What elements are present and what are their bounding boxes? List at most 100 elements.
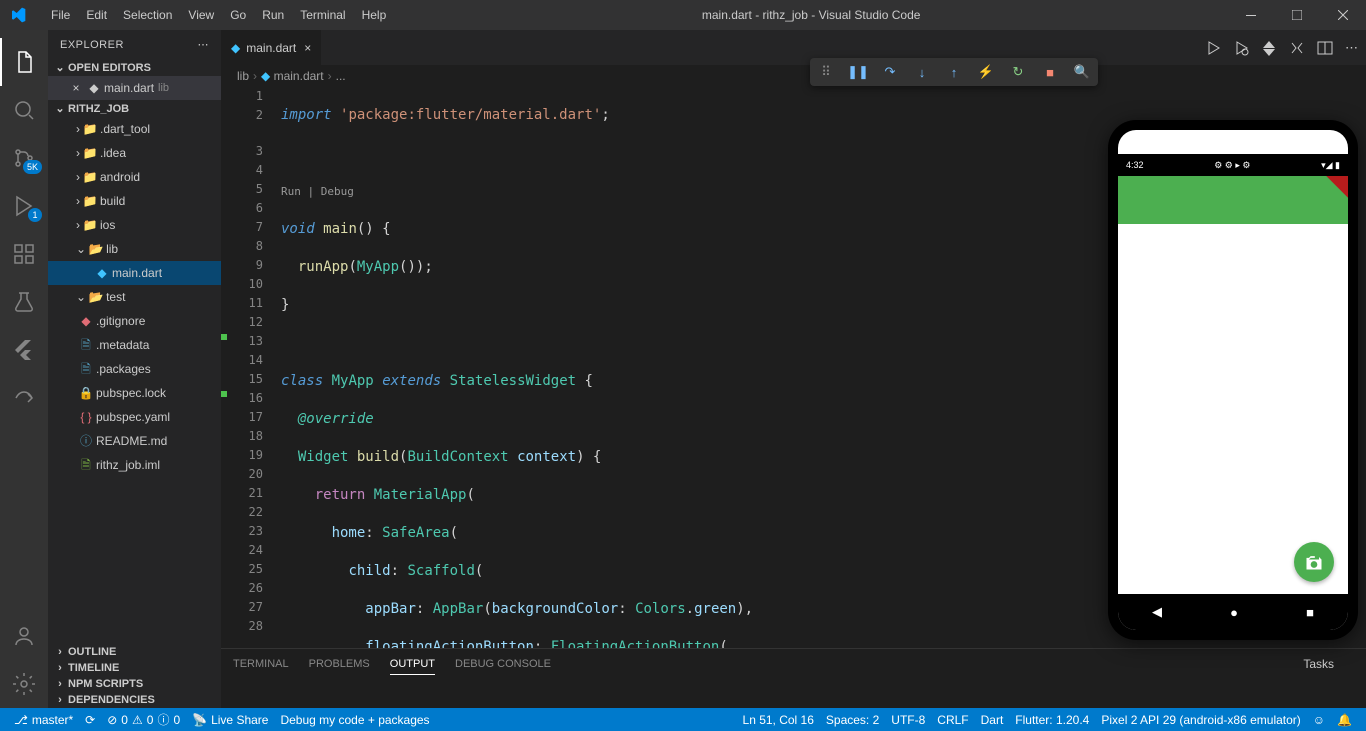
test-icon[interactable]: [0, 278, 48, 326]
open-editor-item[interactable]: × ◆ main.dartlib: [48, 76, 221, 100]
debug-target-item[interactable]: Debug my code + packages: [274, 713, 435, 727]
menu-file[interactable]: File: [43, 0, 78, 30]
devtools-icon[interactable]: 🔍: [1072, 62, 1092, 82]
cursor-position[interactable]: Ln 51, Col 16: [737, 713, 820, 727]
tree-file[interactable]: ◆.gitignore: [48, 309, 221, 333]
problems-item[interactable]: ⊘ 0 ⚠ 0 ⓘ 0: [101, 711, 186, 728]
panel-dropdown[interactable]: Tasks: [1303, 657, 1354, 671]
deps-section[interactable]: ›DEPENDENCIES: [48, 692, 221, 708]
device-item[interactable]: Pixel 2 API 29 (android-x86 emulator): [1095, 713, 1306, 727]
tree-folder-test[interactable]: ⌄📂test: [48, 285, 221, 309]
status-bar: ⎇ master* ⟳ ⊘ 0 ⚠ 0 ⓘ 0 📡 Live Share Deb…: [0, 708, 1366, 731]
explorer-icon[interactable]: [0, 38, 48, 86]
eol-item[interactable]: CRLF: [931, 713, 974, 727]
android-emulator[interactable]: 4:32⚙ ⚙ ▸ ⚙▾◢ ▮ ◀ ● ■: [1108, 120, 1358, 640]
home-icon[interactable]: ●: [1230, 605, 1238, 620]
hot-reload-icon[interactable]: [1261, 40, 1277, 56]
tree-folder[interactable]: ›📁build: [48, 189, 221, 213]
extensions-icon[interactable]: [0, 230, 48, 278]
run-icon[interactable]: [1205, 40, 1221, 56]
close-button[interactable]: [1320, 0, 1366, 30]
android-status-bar: 4:32⚙ ⚙ ▸ ⚙▾◢ ▮: [1118, 154, 1348, 176]
line-gutter: 1234567891011121314151617181920212223242…: [221, 87, 281, 648]
floating-action-button[interactable]: [1294, 542, 1334, 582]
hot-reload-icon[interactable]: ⚡: [976, 62, 996, 82]
panel-tab-output[interactable]: OUTPUT: [390, 654, 435, 675]
recents-icon[interactable]: ■: [1306, 605, 1314, 620]
close-tab-icon[interactable]: ×: [304, 41, 311, 55]
menu-selection[interactable]: Selection: [115, 0, 180, 30]
project-section[interactable]: ⌄RITHZ_JOB: [48, 100, 221, 117]
open-editors-section[interactable]: ⌄OPEN EDITORS: [48, 59, 221, 76]
pause-icon[interactable]: ❚❚: [848, 62, 868, 82]
search-icon[interactable]: [0, 86, 48, 134]
menu-view[interactable]: View: [180, 0, 222, 30]
tree-file[interactable]: 🗎.metadata: [48, 333, 221, 357]
tab-row: ◆ main.dart × ⋯: [221, 30, 1366, 65]
editor-tab[interactable]: ◆ main.dart ×: [221, 30, 322, 65]
tree-folder-lib[interactable]: ⌄📂lib: [48, 237, 221, 261]
bottom-panel: TERMINAL PROBLEMS OUTPUT DEBUG CONSOLE T…: [221, 648, 1366, 708]
tree-file-main[interactable]: ◆main.dart: [48, 261, 221, 285]
maximize-button[interactable]: [1274, 0, 1320, 30]
scm-icon[interactable]: 5K: [0, 134, 48, 182]
flutter-version[interactable]: Flutter: 1.20.4: [1009, 713, 1095, 727]
restart-icon[interactable]: ↻: [1008, 62, 1028, 82]
indent-item[interactable]: Spaces: 2: [820, 713, 885, 727]
sync-item[interactable]: ⟳: [79, 713, 101, 727]
app-bar: [1118, 176, 1348, 224]
menu-go[interactable]: Go: [222, 0, 254, 30]
share-icon[interactable]: [0, 374, 48, 422]
timeline-section[interactable]: ›TIMELINE: [48, 660, 221, 676]
stop-icon[interactable]: ■: [1040, 62, 1060, 82]
tree-file[interactable]: { }pubspec.yaml: [48, 405, 221, 429]
debug-icon[interactable]: 1: [0, 182, 48, 230]
tree-file[interactable]: 🗎.packages: [48, 357, 221, 381]
language-item[interactable]: Dart: [975, 713, 1010, 727]
tree-folder[interactable]: ›📁android: [48, 165, 221, 189]
vscode-logo-icon: [0, 7, 35, 23]
back-icon[interactable]: ◀: [1152, 604, 1162, 620]
diff-icon[interactable]: [1289, 40, 1305, 56]
file-tree: ›📁.dart_tool ›📁.idea ›📁android ›📁build ›…: [48, 117, 221, 477]
sidebar-title: EXPLORER ⋯: [48, 30, 221, 59]
debug-toolbar[interactable]: ⠿ ❚❚ ↷ ↓ ↑ ⚡ ↻ ■ 🔍: [810, 58, 1098, 86]
android-nav-bar: ◀ ● ■: [1118, 594, 1348, 630]
menu-edit[interactable]: Edit: [78, 0, 115, 30]
step-into-icon[interactable]: ↓: [912, 62, 932, 82]
tree-file[interactable]: 🗎rithz_job.iml: [48, 453, 221, 477]
menu-run[interactable]: Run: [254, 0, 292, 30]
minimize-button[interactable]: [1228, 0, 1274, 30]
tree-folder[interactable]: ›📁ios: [48, 213, 221, 237]
panel-tab-debug-console[interactable]: DEBUG CONSOLE: [455, 654, 551, 674]
npm-section[interactable]: ›NPM SCRIPTS: [48, 676, 221, 692]
settings-icon[interactable]: [0, 660, 48, 708]
split-icon[interactable]: [1317, 40, 1333, 56]
drag-handle-icon[interactable]: ⠿: [816, 62, 836, 82]
activity-bar: 5K 1: [0, 30, 48, 708]
tree-folder[interactable]: ›📁.dart_tool: [48, 117, 221, 141]
liveshare-item[interactable]: 📡 Live Share: [186, 713, 274, 727]
menu-terminal[interactable]: Terminal: [292, 0, 353, 30]
encoding-item[interactable]: UTF-8: [885, 713, 931, 727]
account-icon[interactable]: [0, 612, 48, 660]
branch-item[interactable]: ⎇ master*: [8, 713, 79, 727]
panel-tab-problems[interactable]: PROBLEMS: [309, 654, 370, 674]
tree-folder[interactable]: ›📁.idea: [48, 141, 221, 165]
breadcrumb[interactable]: lib› ◆ main.dart› ...: [221, 65, 1366, 87]
debug-run-icon[interactable]: [1233, 40, 1249, 56]
flutter-icon[interactable]: [0, 326, 48, 374]
tree-file[interactable]: 🔒pubspec.lock: [48, 381, 221, 405]
step-over-icon[interactable]: ↷: [880, 62, 900, 82]
panel-tab-terminal[interactable]: TERMINAL: [233, 654, 289, 674]
notifications-icon[interactable]: 🔔: [1331, 713, 1358, 727]
outline-section[interactable]: ›OUTLINE: [48, 644, 221, 660]
more-actions-icon[interactable]: ⋯: [1345, 40, 1358, 56]
more-icon[interactable]: ⋯: [198, 38, 210, 51]
menu-help[interactable]: Help: [354, 0, 395, 30]
tree-file[interactable]: ⓘREADME.md: [48, 429, 221, 453]
emulator-screen[interactable]: 4:32⚙ ⚙ ▸ ⚙▾◢ ▮ ◀ ● ■: [1118, 130, 1348, 630]
dart-file-icon: ◆: [84, 78, 104, 98]
step-out-icon[interactable]: ↑: [944, 62, 964, 82]
feedback-icon[interactable]: ☺: [1307, 713, 1331, 727]
